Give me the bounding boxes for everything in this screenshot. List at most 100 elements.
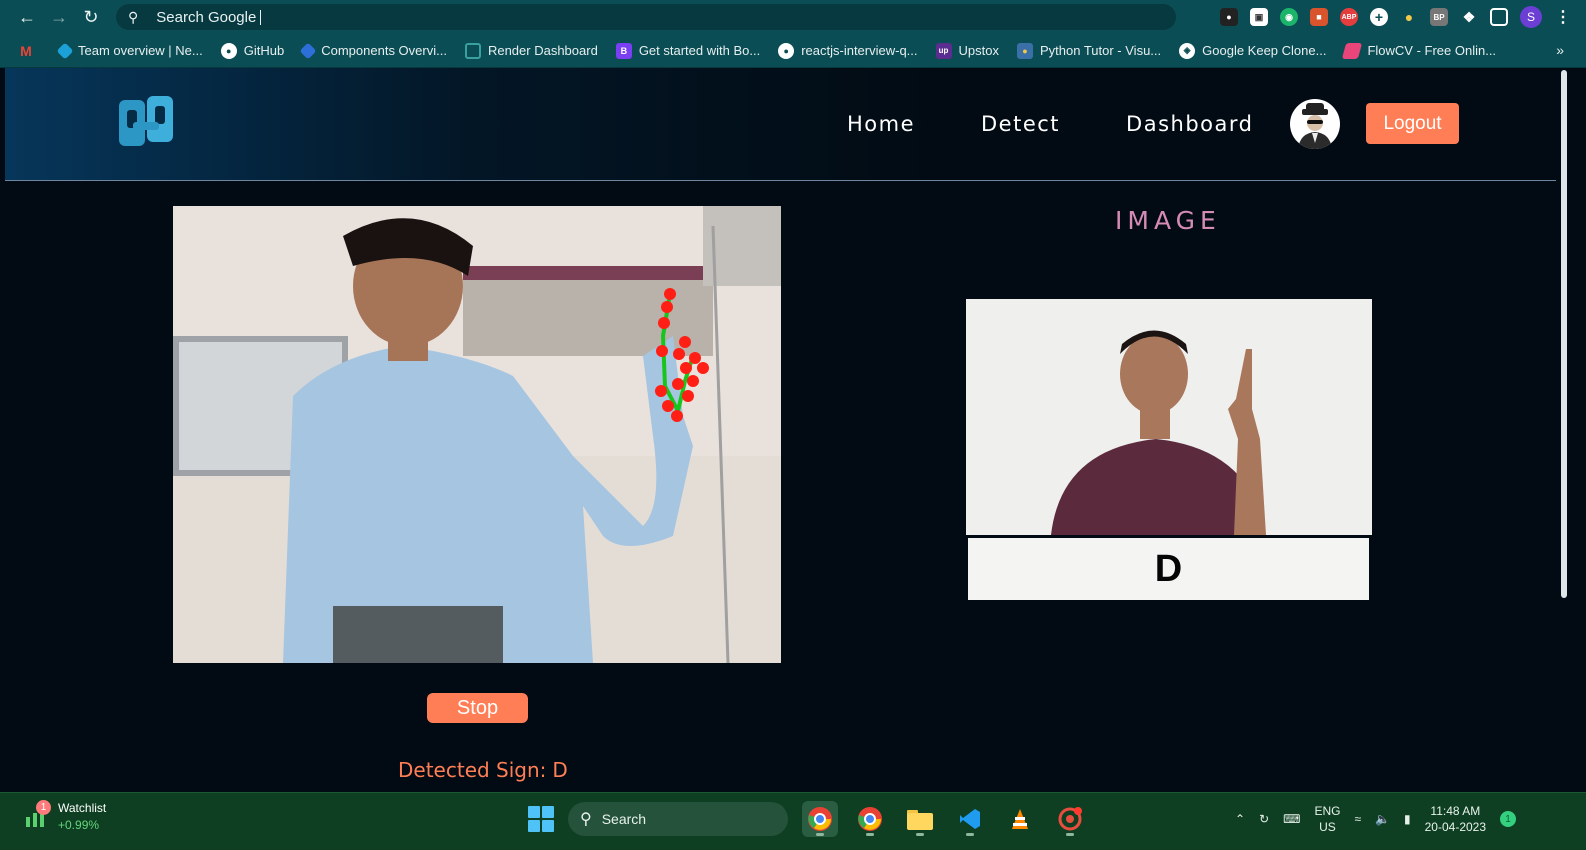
profile-avatar[interactable]: S (1520, 6, 1542, 28)
github-icon: ● (220, 42, 237, 59)
bookmark-label: Team overview | Ne... (78, 43, 203, 58)
gmail-icon: M (20, 42, 32, 59)
watchlist-change: +0.99% (58, 818, 100, 832)
site-logo[interactable] (115, 92, 177, 154)
language-code: ENG (1314, 804, 1341, 818)
bookmark-item[interactable]: ◈ Google Keep Clone... (1179, 42, 1327, 59)
web-page: Home Detect Dashboard Logout Stop Detect… (5, 68, 1576, 792)
file-explorer-icon[interactable] (902, 801, 938, 837)
user-avatar[interactable] (1290, 99, 1340, 149)
bookmark-item[interactable]: B Get started with Bo... (615, 42, 761, 59)
bookmark-item[interactable]: Team overview | Ne... (56, 42, 203, 59)
sign-reference-image (966, 299, 1372, 535)
battery-icon[interactable]: ▮ (1404, 812, 1411, 826)
bookmark-item[interactable]: ● Python Tutor - Visu... (1016, 42, 1162, 59)
lightbulb-extension-icon[interactable]: ● (1400, 8, 1418, 26)
bookmarks-bar: M Team overview | Ne... ● GitHub Componen… (0, 34, 1586, 68)
vlc-icon[interactable] (1002, 801, 1038, 837)
extensions-bar: ● ▣ ◉ ■ ABP + ● BP ❖ S ⋮ (1220, 5, 1572, 29)
diamond-icon (56, 42, 74, 59)
bookmark-label: Python Tutor - Visu... (1039, 43, 1162, 58)
bootstrap-icon: B (615, 42, 632, 59)
clock-time: 11:48 AM (1430, 804, 1481, 818)
chrome-profile-app-icon[interactable] (852, 801, 888, 837)
bookmark-item[interactable]: up Upstox (935, 42, 999, 59)
omnibox-text: Search Google (156, 8, 257, 26)
text-cursor (260, 9, 262, 25)
sync-icon[interactable]: ↻ (1259, 812, 1269, 826)
bookmark-label: Render Dashboard (487, 43, 598, 58)
game-extension-icon[interactable]: ■ (1310, 8, 1328, 26)
image-section-title: IMAGE (1115, 206, 1221, 235)
clock[interactable]: 11:48 AM 20-04-2023 (1425, 803, 1486, 835)
incognito-extension-icon[interactable]: ● (1220, 8, 1238, 26)
bookmark-gmail[interactable]: M (18, 43, 41, 59)
site-header: Home Detect Dashboard Logout (5, 68, 1556, 181)
main-nav: Home Detect Dashboard (847, 112, 1319, 136)
scrollbar-thumb[interactable] (1561, 70, 1567, 598)
picture-in-picture-icon[interactable]: ▣ (1250, 8, 1268, 26)
bookmark-item[interactable]: ● GitHub (220, 42, 285, 59)
plus-extension-icon[interactable]: + (1370, 8, 1388, 26)
render-icon (464, 42, 481, 59)
bookmark-label: FlowCV - Free Onlin... (1367, 43, 1497, 58)
chevron-up-icon[interactable]: ⌃ (1235, 812, 1245, 826)
back-icon[interactable]: ← (13, 3, 41, 31)
bookmark-item[interactable]: FlowCV - Free Onlin... (1342, 42, 1497, 59)
bookmark-item[interactable]: ● reactjs-interview-q... (778, 42, 918, 59)
volume-icon[interactable]: 🔈 (1375, 812, 1390, 826)
flowcv-icon (1342, 42, 1363, 59)
github-icon: ● (778, 42, 795, 59)
keyboard-icon[interactable]: ⌨ (1283, 812, 1300, 826)
page-scrollbar[interactable] (1558, 68, 1570, 792)
stop-button[interactable]: Stop (427, 693, 528, 723)
notification-badge[interactable]: 1 (1500, 811, 1517, 827)
bookmark-item[interactable]: Render Dashboard (464, 42, 598, 59)
search-icon: ⚲ (128, 8, 139, 25)
region-code: US (1319, 820, 1336, 834)
puzzle-extensions-icon[interactable]: ❖ (1460, 8, 1478, 26)
windows-taskbar: 1 Watchlist +0.99% ⚲ Search ⌃ ↻ ⌨ ENG US… (0, 792, 1586, 850)
detected-sign: Detected Sign: D (398, 758, 568, 782)
taskbar-search[interactable]: ⚲ Search (568, 802, 788, 836)
bookmark-label: reactjs-interview-q... (801, 43, 918, 58)
search-icon: ⚲ (580, 811, 592, 828)
omnibox[interactable]: ⚲ Search Google (116, 4, 1176, 30)
watchlist-label: Watchlist (58, 801, 107, 815)
taskbar-search-label: Search (601, 811, 647, 827)
detected-sign-label: Detected Sign: (398, 758, 547, 782)
bookmark-label: Google Keep Clone... (1202, 43, 1327, 58)
globe-icon: ◈ (1179, 42, 1196, 59)
nav-home[interactable]: Home (847, 112, 915, 136)
system-tray: ⌃ ↻ ⌨ ENG US ≈ 🔈 ▮ 11:48 AM 20-04-2023 1 (1235, 803, 1517, 835)
more-bookmarks-icon[interactable]: » (1556, 42, 1564, 58)
windows-start-icon[interactable] (528, 806, 554, 832)
nav-detect[interactable]: Detect (981, 112, 1060, 136)
bookmark-label: Upstox (958, 43, 999, 58)
wifi-icon[interactable]: ≈ (1354, 812, 1361, 826)
record-app-icon[interactable] (1052, 801, 1088, 837)
language-indicator[interactable]: ENG US (1314, 803, 1340, 835)
chrome-app-icon[interactable] (802, 801, 838, 837)
stock-chart-icon: 1 (24, 799, 51, 829)
bp-extension-icon[interactable]: BP (1430, 8, 1448, 26)
bookmark-label: Get started with Bo... (638, 43, 761, 58)
bookmark-item[interactable]: Components Overvi... (299, 42, 447, 59)
python-icon: ● (1016, 42, 1033, 59)
adblock-plus-icon[interactable]: ABP (1340, 8, 1358, 26)
side-panel-icon[interactable] (1490, 8, 1508, 26)
clock-date: 20-04-2023 (1424, 820, 1487, 834)
grammar-extension-icon[interactable]: ◉ (1280, 8, 1298, 26)
nav-dashboard[interactable]: Dashboard (1126, 112, 1253, 136)
watchlist-widget[interactable]: 1 Watchlist +0.99% (24, 799, 107, 832)
components-icon (299, 42, 317, 59)
reload-icon[interactable]: ↻ (77, 3, 105, 31)
forward-icon[interactable]: → (45, 3, 73, 31)
menu-kebab-icon[interactable]: ⋮ (1554, 8, 1572, 26)
vscode-icon[interactable] (952, 801, 988, 837)
sign-letter-card: D (968, 538, 1369, 600)
webcam-feed (173, 206, 781, 663)
detected-sign-value: D (552, 758, 568, 782)
bookmark-label: GitHub (243, 43, 285, 58)
logout-button[interactable]: Logout (1366, 103, 1459, 144)
